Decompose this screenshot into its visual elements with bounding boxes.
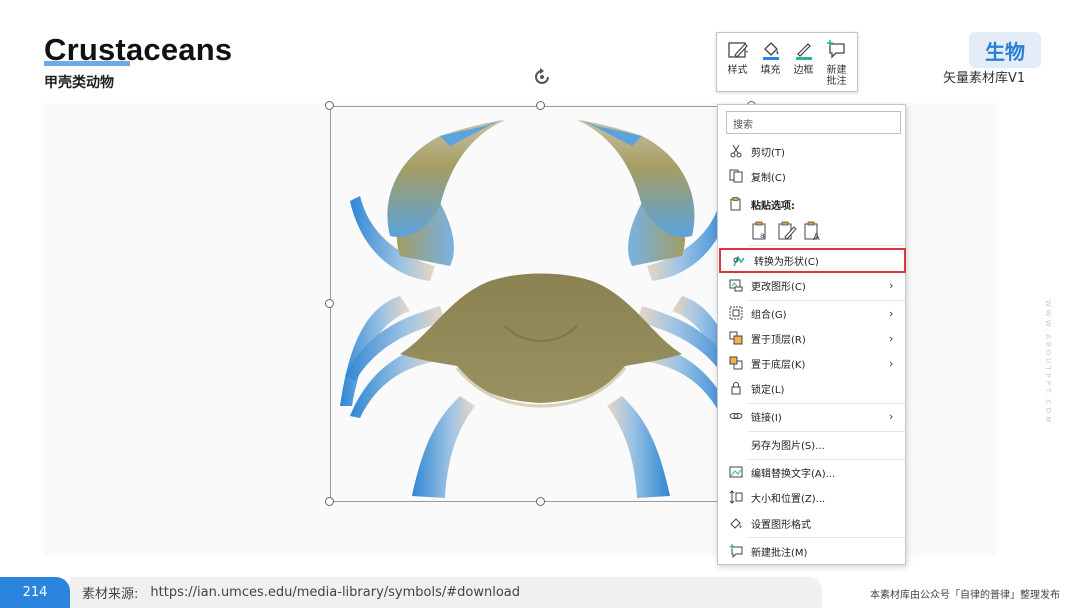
menu-item-cut[interactable]: 剪切(T) <box>718 139 905 163</box>
menu-item-label: 剪切(T) <box>751 147 785 159</box>
border-label: 边框 <box>793 65 814 76</box>
rotate-handle-icon[interactable] <box>531 66 553 88</box>
category-badge: 生物 <box>969 32 1041 68</box>
paste-keep-text-only-icon[interactable]: A <box>803 221 823 243</box>
chevron-right-icon: › <box>889 306 894 320</box>
source-label: 素材来源: <box>82 587 139 602</box>
size-position-icon <box>729 490 743 504</box>
copy-icon <box>729 169 743 183</box>
resize-handle-middle-left[interactable] <box>325 299 334 308</box>
style-pen-icon <box>727 42 748 58</box>
menu-item-label: 设置图形格式 <box>751 519 811 531</box>
fill-bucket-icon <box>762 42 779 60</box>
bring-to-front-icon <box>729 331 743 345</box>
new-comment-icon <box>729 544 743 558</box>
chevron-right-icon: › <box>889 331 894 345</box>
resize-handle-top-center[interactable] <box>536 101 545 110</box>
title-underline <box>44 61 130 66</box>
paste-options-row: a A <box>751 221 823 243</box>
menu-item-label: 大小和位置(Z)... <box>751 493 826 505</box>
menu-item-label: 复制(C) <box>751 172 786 184</box>
menu-item-link[interactable]: 链接(I) › <box>718 404 905 428</box>
clipboard-icon <box>729 197 743 211</box>
new-comment-button[interactable]: 新建 批注 <box>820 35 853 89</box>
menu-item-label: 编辑替换文字(A)... <box>751 468 836 480</box>
fill-label: 填充 <box>760 65 781 76</box>
resize-handle-top-left[interactable] <box>325 101 334 110</box>
menu-search-input[interactable]: 搜索 <box>726 111 901 134</box>
menu-item-bring-to-front[interactable]: 置于顶层(R) › <box>718 326 905 350</box>
menu-item-label: 置于顶层(R) <box>751 334 806 346</box>
fill-button[interactable]: 填充 <box>754 35 787 89</box>
group-icon <box>729 306 743 320</box>
paste-keep-source-formatting-icon[interactable] <box>777 221 797 241</box>
menu-item-label: 链接(I) <box>751 412 782 424</box>
send-to-back-icon <box>729 356 743 370</box>
alt-text-icon <box>729 465 743 479</box>
menu-item-lock[interactable]: 锁定(L) <box>718 376 905 400</box>
menu-item-paste-options: 粘贴选项: <box>718 192 905 216</box>
paste-use-destination-theme-icon[interactable]: a <box>751 221 771 241</box>
menu-item-new-comment[interactable]: 新建批注(M) <box>718 539 905 563</box>
menu-item-label: 新建批注(M) <box>751 547 808 559</box>
chevron-right-icon: › <box>889 409 894 423</box>
chevron-right-icon: › <box>889 278 894 292</box>
menu-separator <box>748 245 905 246</box>
scissors-icon <box>729 144 743 158</box>
watermark-text: WWW.ABOUTPPT.COM <box>1044 300 1052 426</box>
menu-item-change-graphic[interactable]: 更改图形(C) › <box>718 273 905 297</box>
new-comment-icon <box>826 40 845 59</box>
new-comment-label: 新建 批注 <box>826 65 847 87</box>
menu-item-label: 另存为图片(S)... <box>751 440 825 452</box>
link-icon <box>729 409 743 423</box>
menu-item-edit-alt-text[interactable]: 编辑替换文字(A)... <box>718 460 905 484</box>
convert-shape-icon <box>732 254 746 268</box>
menu-item-label: 组合(G) <box>751 309 787 321</box>
menu-item-save-as-picture[interactable]: 另存为图片(S)... <box>718 432 905 456</box>
library-name: 矢量素材库V1 <box>943 71 1026 86</box>
menu-item-label: 置于底层(K) <box>751 359 806 371</box>
menu-item-convert-to-shape[interactable]: 转换为形状(C) <box>719 248 906 273</box>
style-button[interactable]: 样式 <box>721 35 754 89</box>
menu-separator <box>748 537 905 538</box>
page-number: 214 <box>0 577 70 608</box>
menu-item-copy[interactable]: 复制(C) <box>718 164 905 188</box>
format-graphic-icon <box>729 516 743 530</box>
slide-subtitle: 甲壳类动物 <box>44 75 114 91</box>
lock-icon <box>729 381 743 395</box>
context-menu: 搜索 剪切(T) 复制(C) 粘贴选项: a A 转换为形状(C) 更改图形(C… <box>717 104 906 565</box>
selection-frame <box>330 106 752 502</box>
change-graphic-icon <box>729 278 743 292</box>
menu-item-send-to-back[interactable]: 置于底层(K) › <box>718 351 905 375</box>
resize-handle-bottom-left[interactable] <box>325 497 334 506</box>
source-url[interactable]: https://ian.umces.edu/media-library/symb… <box>150 585 520 600</box>
style-label: 样式 <box>727 65 748 76</box>
menu-item-label: 锁定(L) <box>751 384 785 396</box>
resize-handle-bottom-center[interactable] <box>536 497 545 506</box>
svg-text:A: A <box>813 232 820 241</box>
menu-item-label: 更改图形(C) <box>751 281 806 293</box>
menu-item-label: 粘贴选项: <box>751 200 795 212</box>
mini-toolbar: 样式 填充 边框 新建 批注 <box>716 32 858 92</box>
svg-text:a: a <box>760 231 765 240</box>
chevron-right-icon: › <box>889 356 894 370</box>
menu-item-group[interactable]: 组合(G) › <box>718 301 905 325</box>
menu-item-label: 转换为形状(C) <box>754 257 819 268</box>
source-bar: 素材来源: https://ian.umces.edu/media-librar… <box>70 577 822 608</box>
menu-item-size-and-position[interactable]: 大小和位置(Z)... <box>718 485 905 509</box>
border-pen-icon <box>795 43 812 60</box>
border-button[interactable]: 边框 <box>787 35 820 89</box>
credit-text: 本素材库由公众号「自律的普律」整理发布 <box>870 590 1060 601</box>
menu-item-format-graphic[interactable]: 设置图形格式 <box>718 511 905 535</box>
